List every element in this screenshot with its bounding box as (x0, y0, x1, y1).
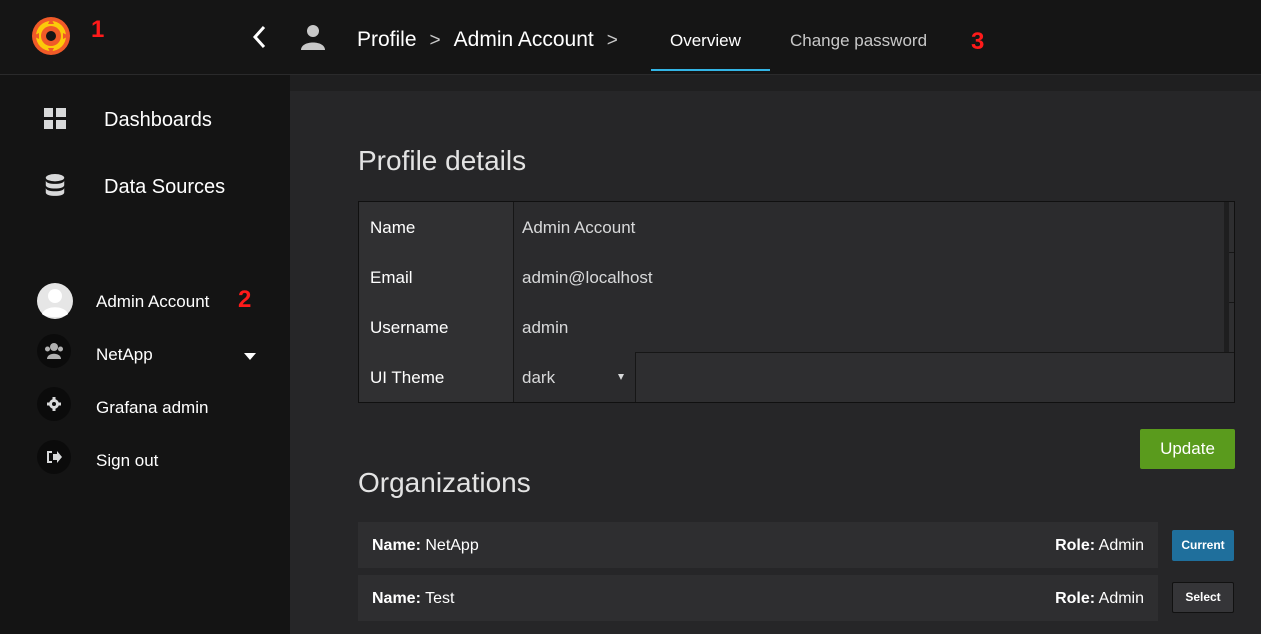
sign-out-icon (47, 451, 62, 463)
grafana-logo-icon[interactable] (31, 16, 71, 56)
org-name: Name: NetApp (372, 537, 479, 554)
caret-down-icon[interactable] (244, 353, 256, 361)
ui-theme-select[interactable]: dark (514, 352, 636, 402)
profile-form: Name Admin Account Email admin@localhost… (358, 201, 1235, 403)
sidebar-item-grafana-admin[interactable]: Grafana admin (0, 385, 290, 429)
org-row: Name: NetApp Role: Admin (358, 522, 1158, 568)
gear-icon (47, 397, 61, 411)
sidebar-item-label: Sign out (96, 451, 159, 470)
user-icon (301, 25, 325, 50)
breadcrumb-admin-account[interactable]: Admin Account (454, 28, 594, 51)
field-label: Name (359, 202, 514, 252)
sidebar-item-admin-account[interactable]: Admin Account 2 (0, 281, 290, 325)
update-button[interactable]: Update (1140, 429, 1235, 469)
sidebar-item-label: NetApp (96, 345, 153, 364)
form-row-name: Name Admin Account (359, 202, 1234, 253)
breadcrumb: Profile > Admin Account > (357, 28, 631, 52)
active-tab-indicator (651, 69, 770, 71)
org-role: Role: Admin (1055, 590, 1144, 607)
chevron-left-icon[interactable] (250, 24, 270, 50)
avatar-icon (37, 283, 73, 319)
field-label: UI Theme (359, 352, 514, 402)
sidebar-item-label: Data Sources (104, 176, 226, 198)
sidebar: Dashboards Data Sources Admin Account 2 … (0, 75, 290, 634)
field-label: Username (359, 302, 514, 352)
form-row-email: Email admin@localhost (359, 252, 1234, 303)
tab-change-password[interactable]: Change password (790, 31, 927, 51)
sidebar-item-sign-out[interactable]: Sign out (0, 437, 290, 481)
sidebar-item-label: Grafana admin (96, 398, 209, 417)
top-navbar: 1 Profile > Admin Account > Overview Change… (0, 0, 1261, 75)
select-org-button[interactable]: Select (1172, 582, 1234, 613)
icon-circle (37, 440, 71, 474)
form-row-ui-theme: UI Theme dark (359, 352, 1234, 402)
grid-icon (44, 108, 66, 129)
profile-details-title: Profile details (358, 145, 527, 176)
sidebar-item-label: Dashboards (104, 109, 212, 131)
caret-down-icon (618, 374, 624, 380)
annotation-2: 2 (238, 286, 252, 313)
breadcrumb-separator: > (606, 30, 618, 51)
sidebar-item-label: Admin Account (96, 292, 210, 311)
org-role: Role: Admin (1055, 537, 1144, 554)
breadcrumb-profile[interactable]: Profile (357, 28, 417, 51)
email-input[interactable]: admin@localhost (514, 252, 1229, 302)
icon-circle (37, 387, 71, 421)
sidebar-item-data-sources[interactable]: Data Sources (0, 163, 290, 213)
breadcrumb-separator: > (429, 30, 441, 51)
annotation-3: 3 (971, 28, 985, 55)
name-input[interactable]: Admin Account (514, 202, 1229, 252)
users-icon (45, 343, 63, 359)
tab-overview[interactable]: Overview (670, 31, 741, 51)
annotation-1: 1 (91, 16, 105, 43)
org-row: Name: Test Role: Admin (358, 575, 1158, 621)
organizations-title: Organizations (358, 467, 531, 498)
database-icon (45, 174, 65, 196)
sidebar-item-dashboards[interactable]: Dashboards (0, 95, 290, 145)
form-row-username: Username admin (359, 302, 1234, 353)
field-label: Email (359, 252, 514, 302)
icon-circle (37, 334, 71, 368)
sidebar-item-netapp[interactable]: NetApp (0, 333, 290, 377)
username-input[interactable]: admin (514, 302, 1229, 352)
org-name: Name: Test (372, 590, 455, 607)
current-org-button[interactable]: Current (1172, 530, 1234, 561)
